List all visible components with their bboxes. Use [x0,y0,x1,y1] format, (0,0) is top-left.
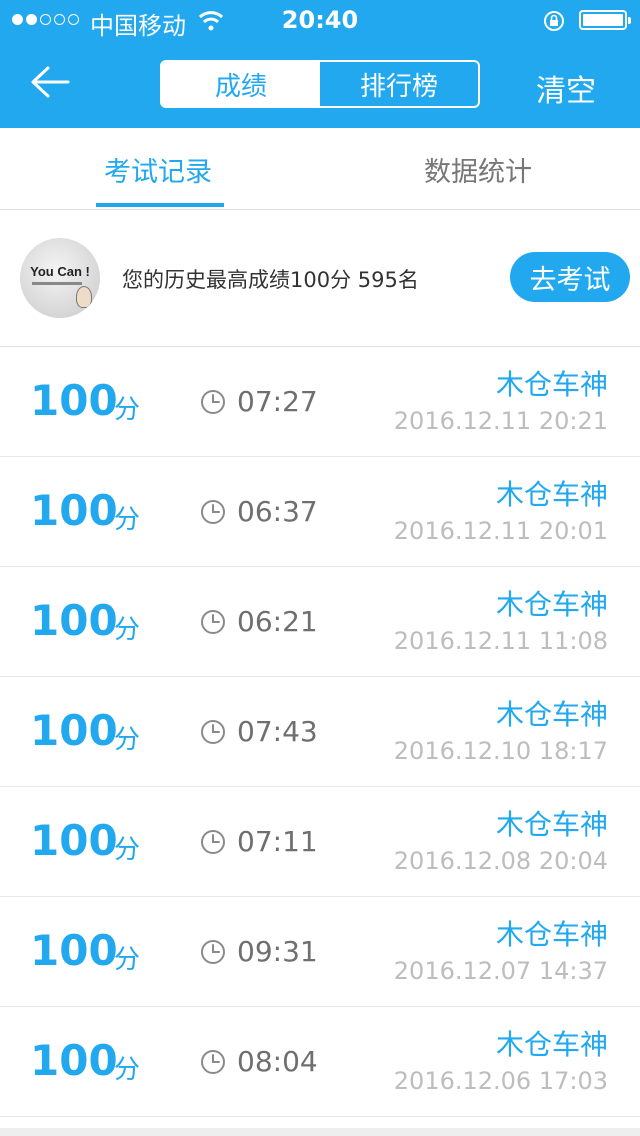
record-row[interactable]: 100 分 09:31 木仓车神 2016.12.07 14:37 [0,897,640,1007]
record-row[interactable]: 100 分 06:37 木仓车神 2016.12.11 20:01 [0,457,640,567]
record-score-unit: 分 [114,945,141,975]
record-row[interactable]: 100 分 07:43 木仓车神 2016.12.10 18:17 [0,677,640,787]
record-row[interactable]: 100 分 07:27 木仓车神 2016.12.11 20:21 [0,347,640,457]
record-score: 100 [30,486,118,535]
segment-control: 成绩 排行榜 [160,60,480,108]
record-username: 木仓车神 [495,478,608,511]
record-duration: 06:21 [237,605,318,638]
rotation-lock-icon [544,11,564,31]
record-datetime: 2016.12.11 11:08 [393,627,608,655]
tab-statistics[interactable]: 数据统计 [424,150,532,189]
record-score: 100 [30,706,118,755]
segment-scores[interactable]: 成绩 [162,62,320,106]
record-row[interactable]: 100 分 07:11 木仓车神 2016.12.08 20:04 [0,787,640,897]
record-score-unit: 分 [114,505,141,535]
clock-icon [201,390,225,414]
record-row[interactable]: 100 分 08:04 木仓车神 2016.12.06 17:03 [0,1007,640,1117]
tab-indicator [96,203,224,207]
clock-icon [201,940,225,964]
record-datetime: 2016.12.06 17:03 [393,1067,608,1095]
segment-ranking[interactable]: 排行榜 [320,62,478,106]
record-datetime: 2016.12.11 20:01 [393,517,608,545]
record-duration: 09:31 [237,935,318,968]
record-username: 木仓车神 [495,1028,608,1061]
record-score: 100 [30,596,118,645]
record-list: 100 分 07:27 木仓车神 2016.12.11 20:21 100 分 06:37 木仓… [0,347,640,1117]
status-bar: 中国移动 20:40 [0,0,640,40]
record-row[interactable]: 100 分 06:21 木仓车神 2016.12.11 11:08 [0,567,640,677]
avatar-text: You Can ! [30,264,90,279]
record-username: 木仓车神 [495,368,608,401]
record-score-unit: 分 [114,1055,141,1085]
avatar[interactable]: You Can ! [20,238,100,318]
record-username: 木仓车神 [495,918,608,951]
record-username: 木仓车神 [495,698,608,731]
record-score-unit: 分 [114,395,141,425]
record-score: 100 [30,376,118,425]
record-score-unit: 分 [114,725,141,755]
record-username: 木仓车神 [495,808,608,841]
take-exam-button[interactable]: 去考试 [510,252,630,302]
record-duration: 06:37 [237,495,318,528]
record-duration: 07:27 [237,385,318,418]
bottom-divider [0,1128,640,1136]
record-duration: 07:43 [237,715,318,748]
clock-icon [201,1050,225,1074]
record-datetime: 2016.12.08 20:04 [393,847,608,875]
record-username: 木仓车神 [495,588,608,621]
tab-bar: 考试记录 数据统计 [0,128,640,210]
top-bar: 中国移动 20:40 成绩 排行榜 清空 [0,0,640,128]
best-score-section: You Can ! 您的历史最高成绩100分 595名 去考试 [0,210,640,347]
record-datetime: 2016.12.10 18:17 [393,737,608,765]
record-score: 100 [30,1036,118,1085]
clock-icon [201,500,225,524]
back-arrow-icon[interactable] [28,62,72,102]
clock-icon [201,830,225,854]
record-score-unit: 分 [114,615,141,645]
record-duration: 07:11 [237,825,318,858]
record-duration: 08:04 [237,1045,318,1078]
battery-icon [579,10,631,30]
record-datetime: 2016.12.11 20:21 [393,407,608,435]
clock-icon [201,610,225,634]
clock-icon [201,720,225,744]
tab-exam-records[interactable]: 考试记录 [104,150,212,189]
record-datetime: 2016.12.07 14:37 [393,957,608,985]
clear-button[interactable]: 清空 [536,66,596,110]
record-score-unit: 分 [114,835,141,865]
best-score-summary: 您的历史最高成绩100分 595名 [122,268,419,292]
record-score: 100 [30,926,118,975]
record-score: 100 [30,816,118,865]
